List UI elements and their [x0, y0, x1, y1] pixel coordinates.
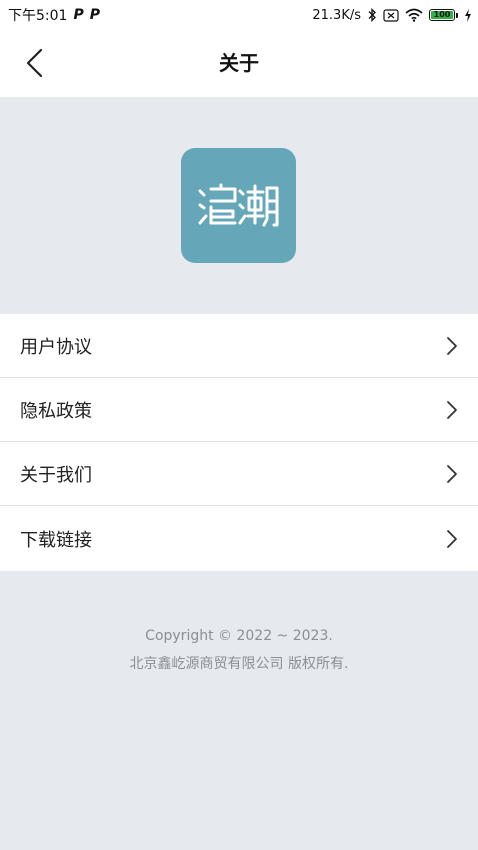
chevron-right-icon — [446, 400, 458, 420]
app-header-area — [0, 97, 478, 314]
chevron-right-icon — [446, 336, 458, 356]
footer: Copyright © 2022 ~ 2023. 北京鑫屹源商贸有限公司 版权所… — [0, 622, 478, 678]
menu-item-privacy-policy[interactable]: 隐私政策 — [0, 378, 478, 442]
nav-bar: 关于 — [0, 30, 478, 97]
sim-icon — [383, 8, 399, 22]
status-bar: 下午5:01 P P 21.3K/s 100 — [0, 0, 478, 30]
menu-item-user-agreement[interactable]: 用户协议 — [0, 314, 478, 378]
notification-p-icon: P — [73, 7, 84, 23]
menu-list: 用户协议 隐私政策 关于我们 下载链接 — [0, 314, 478, 571]
charging-icon — [464, 8, 472, 22]
battery-level: 100 — [431, 11, 453, 19]
copyright-text: Copyright © 2022 ~ 2023. — [145, 628, 333, 644]
status-time: 下午5:01 — [8, 8, 68, 24]
app-logo — [181, 148, 296, 263]
chevron-right-icon — [446, 529, 458, 549]
notification-p-icon: P — [89, 7, 100, 23]
bluetooth-icon — [367, 8, 377, 22]
menu-item-label: 隐私政策 — [20, 400, 92, 422]
company-text: 北京鑫屹源商贸有限公司 版权所有. — [129, 656, 349, 672]
battery-icon: 100 — [429, 9, 458, 21]
network-speed: 21.3K/s — [312, 7, 361, 23]
menu-item-label: 下载链接 — [20, 529, 92, 551]
page-title: 关于 — [219, 51, 259, 75]
chevron-right-icon — [446, 464, 458, 484]
wifi-icon — [405, 8, 423, 22]
menu-item-label: 用户协议 — [20, 336, 92, 358]
app-logo-glyph-icon — [198, 183, 278, 226]
menu-item-download-link[interactable]: 下载链接 — [0, 506, 478, 571]
status-bar-left: 下午5:01 P P — [8, 5, 100, 25]
status-bar-right: 21.3K/s 100 — [312, 8, 472, 23]
menu-item-label: 关于我们 — [20, 464, 92, 486]
menu-item-about-us[interactable]: 关于我们 — [0, 442, 478, 506]
